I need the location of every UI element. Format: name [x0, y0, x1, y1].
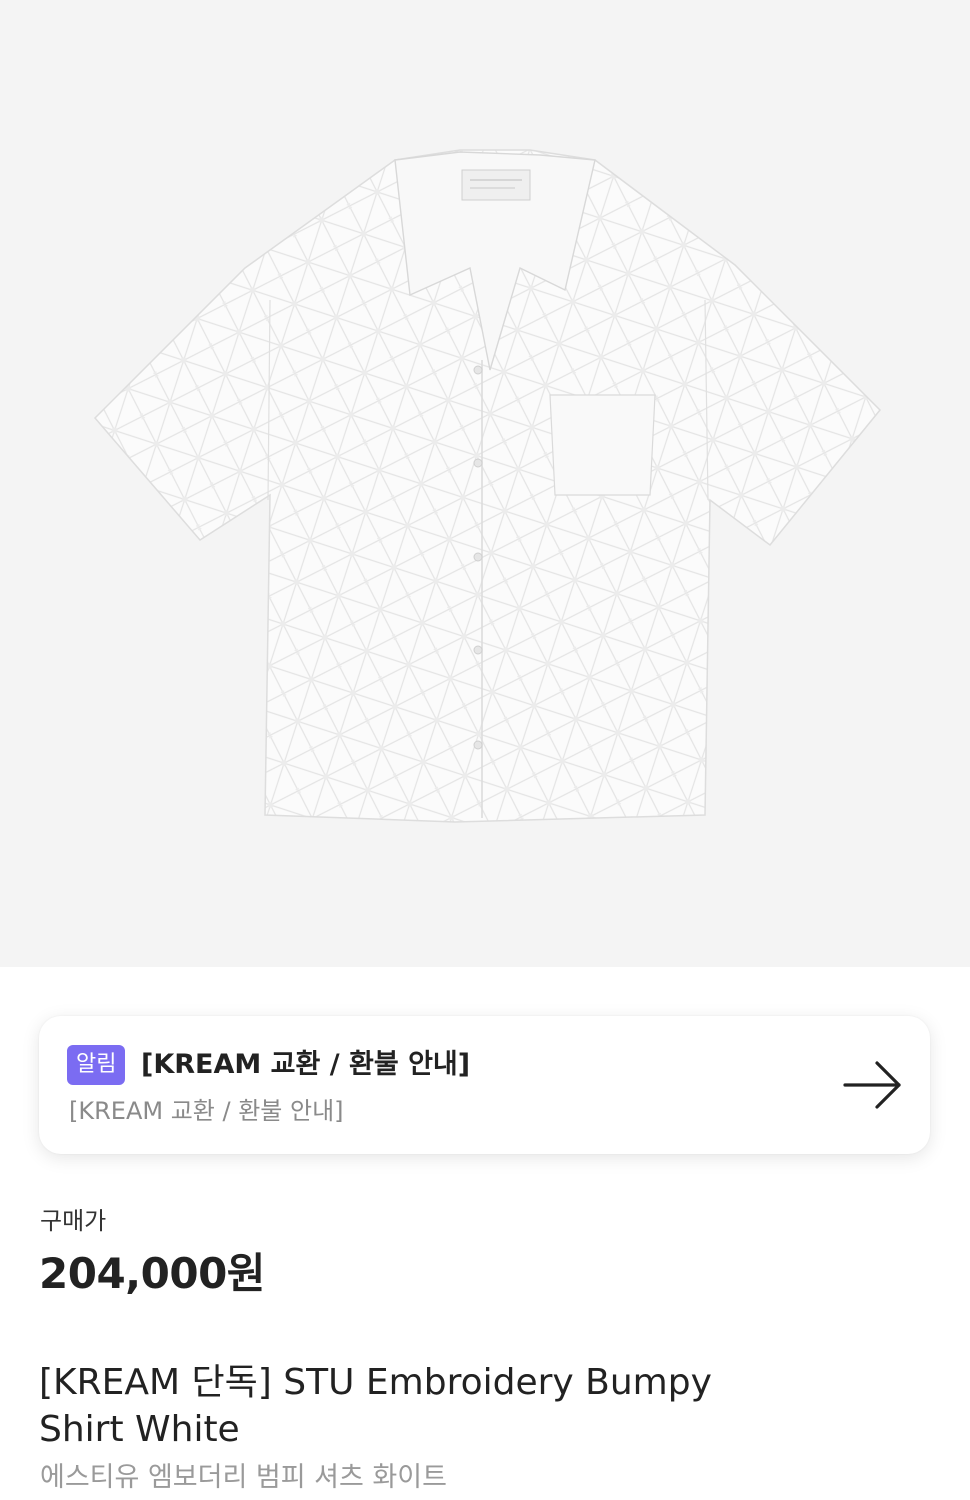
- product-page: 알림 [KREAM 교환 / 환불 안내] [KREAM 교환 / 환불 안내]…: [0, 0, 970, 1500]
- product-title: [KREAM 단독] STU Embroidery Bumpy Shirt Wh…: [39, 1362, 712, 1450]
- notice-subtitle: [KREAM 교환 / 환불 안내]: [69, 1097, 344, 1125]
- shirt-image: [93, 149, 882, 823]
- exchange-refund-notice[interactable]: 알림 [KREAM 교환 / 환불 안내] [KREAM 교환 / 환불 안내]: [39, 1016, 930, 1154]
- price-label: 구매가: [40, 1207, 107, 1235]
- product-image[interactable]: [0, 0, 970, 967]
- product-subtitle: 에스티유 엠보더리 범피 셔츠 화이트: [40, 1462, 447, 1493]
- price-value: 204,000원: [39, 1249, 265, 1298]
- notice-badge: 알림: [67, 1045, 126, 1085]
- notice-title: [KREAM 교환 / 환불 안내]: [141, 1049, 471, 1080]
- arrow-right-icon[interactable]: [842, 1057, 904, 1113]
